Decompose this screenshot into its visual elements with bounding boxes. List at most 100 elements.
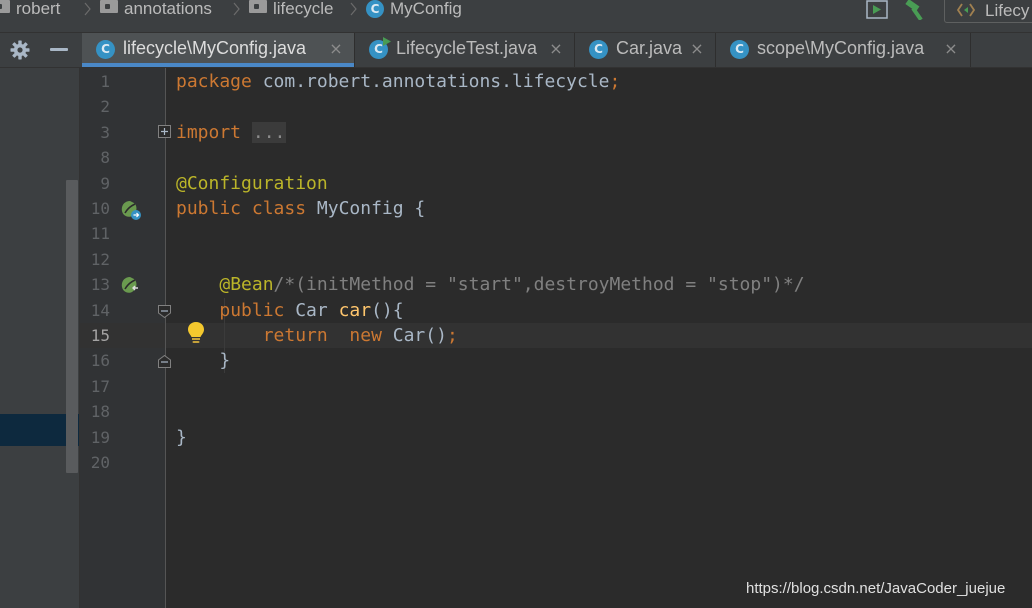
code-text: @Bean/*(initMethod = "start",destroyMeth… xyxy=(176,272,805,297)
code-text: return new Car(); xyxy=(176,323,458,348)
chevron-right-icon xyxy=(350,2,357,16)
code-text: import ... xyxy=(176,120,287,145)
breadcrumb-label: annotations xyxy=(124,0,212,18)
code-token: MyConfig { xyxy=(316,198,426,219)
fold-expand-icon[interactable] xyxy=(158,125,171,138)
tab-label: scope\MyConfig.java xyxy=(757,38,925,58)
code-token: import xyxy=(176,121,252,143)
tab-label: LifecycleTest.java xyxy=(396,38,538,58)
editor-tab-bar: C lifecycle\MyConfig.java × C LifecycleT… xyxy=(0,33,1032,68)
test-class-icon: C xyxy=(369,37,391,59)
hide-panel-icon[interactable] xyxy=(50,48,68,51)
code-line[interactable]: 18 xyxy=(80,399,1032,424)
code-line[interactable]: 3 import ... xyxy=(80,120,1032,145)
code-text: } xyxy=(176,348,230,373)
line-number: 10 xyxy=(90,199,110,218)
class-icon: C xyxy=(366,0,384,18)
class-icon: C xyxy=(730,40,749,59)
code-token: public class xyxy=(176,198,317,219)
code-text: public Car car(){ xyxy=(176,298,404,323)
run-config-icon xyxy=(957,3,975,17)
line-number: 15 xyxy=(90,326,110,345)
code-line[interactable]: 19} xyxy=(80,425,1032,450)
code-token: return new xyxy=(262,325,393,346)
line-number: 12 xyxy=(90,249,110,269)
folder-icon xyxy=(100,0,118,13)
tab-label: Car.java xyxy=(616,38,683,58)
code-token: com.robert.annotations.lifecycle xyxy=(262,71,610,92)
breadcrumb-item-myconfig[interactable]: C MyConfig xyxy=(366,0,462,20)
code-token[interactable]: ... xyxy=(251,121,287,143)
breadcrumb-item-robert[interactable]: robert xyxy=(0,0,60,20)
line-number: 13 xyxy=(90,275,110,295)
code-token: car xyxy=(338,299,372,321)
watermark: https://blog.csdn.net/JavaCoder_juejue xyxy=(746,580,1006,597)
run-badge-icon xyxy=(383,37,391,46)
tab-car[interactable]: C Car.java × xyxy=(575,33,716,67)
code-line[interactable]: 9 @Configuration xyxy=(80,171,1032,196)
code-editor[interactable]: 1 package com.robert.annotations.lifecycl… xyxy=(80,68,1032,608)
project-panel xyxy=(0,68,80,608)
code-token: /*(initMethod = "start",destroyMethod = … xyxy=(273,274,805,296)
code-line[interactable]: 20 xyxy=(80,450,1032,475)
build-hammer-icon[interactable] xyxy=(903,0,927,20)
line-number: 16 xyxy=(90,351,110,371)
code-token: } xyxy=(176,426,187,448)
close-icon[interactable]: × xyxy=(548,41,564,57)
code-text: package com.robert.annotations.lifecycle… xyxy=(176,69,620,94)
code-line[interactable]: 8 xyxy=(80,145,1032,170)
code-text: public class MyConfig { xyxy=(176,196,425,221)
breadcrumb-item-annotations[interactable]: annotations xyxy=(100,0,212,20)
breadcrumb-label: robert xyxy=(16,0,61,18)
code-line[interactable]: 2 xyxy=(80,94,1032,119)
run-config-label: Lifecy xyxy=(985,1,1030,20)
code-line[interactable]: 15 return new Car(); xyxy=(80,323,1032,348)
lightbulb-icon[interactable] xyxy=(186,321,206,345)
chevron-right-icon xyxy=(84,2,91,16)
spring-bean-icon[interactable] xyxy=(120,275,142,297)
code-line[interactable]: 17 xyxy=(80,374,1032,399)
line-number: 3 xyxy=(100,122,110,142)
code-token: Car xyxy=(295,299,339,321)
spring-bean-icon[interactable] xyxy=(120,199,142,221)
code-line[interactable]: 12 xyxy=(80,247,1032,272)
fold-collapse-icon[interactable] xyxy=(158,305,171,318)
line-number: 17 xyxy=(90,376,110,396)
gear-icon[interactable] xyxy=(10,40,30,60)
folder-icon xyxy=(249,0,267,13)
fold-end-icon[interactable] xyxy=(158,355,171,368)
tab-lifecycletest[interactable]: C LifecycleTest.java × xyxy=(355,33,575,67)
code-line[interactable]: 14 public Car car(){ xyxy=(80,298,1032,323)
run-configuration-selector[interactable]: Lifecy xyxy=(944,0,1032,23)
line-number: 2 xyxy=(100,97,110,117)
class-letter: C xyxy=(374,42,383,56)
class-icon: C xyxy=(589,40,608,59)
tab-scope-myconfig[interactable]: C scope\MyConfig.java × xyxy=(716,33,971,67)
line-number: 1 xyxy=(100,72,110,91)
line-number: 20 xyxy=(90,453,110,472)
code-line[interactable]: 16 } xyxy=(80,348,1032,373)
code-text: @Configuration xyxy=(176,171,328,196)
close-icon[interactable]: × xyxy=(328,41,344,57)
close-icon[interactable]: × xyxy=(689,41,705,57)
class-icon: C xyxy=(96,40,115,59)
run-icon[interactable] xyxy=(866,0,888,20)
code-token: ; xyxy=(609,71,621,92)
code-line[interactable]: 10 public class MyConfig { xyxy=(80,196,1032,221)
code-token: (){ xyxy=(371,299,404,321)
line-number: 11 xyxy=(90,224,110,244)
code-token: @Configuration xyxy=(176,172,328,194)
line-number: 18 xyxy=(90,402,110,422)
code-token: ; xyxy=(446,325,458,346)
code-line[interactable]: 1 package com.robert.annotations.lifecycl… xyxy=(80,69,1032,94)
code-line[interactable]: 13 @Bean/*(initMethod = "start",destroyM… xyxy=(80,272,1032,297)
close-icon[interactable]: × xyxy=(943,41,959,57)
code-line[interactable]: 11 xyxy=(80,221,1032,246)
breadcrumb-item-lifecycle[interactable]: lifecycle xyxy=(249,0,333,20)
project-panel-scrollbar[interactable] xyxy=(66,180,78,473)
tab-lifecycle-myconfig[interactable]: C lifecycle\MyConfig.java × xyxy=(82,33,355,67)
code-text: } xyxy=(176,425,187,450)
